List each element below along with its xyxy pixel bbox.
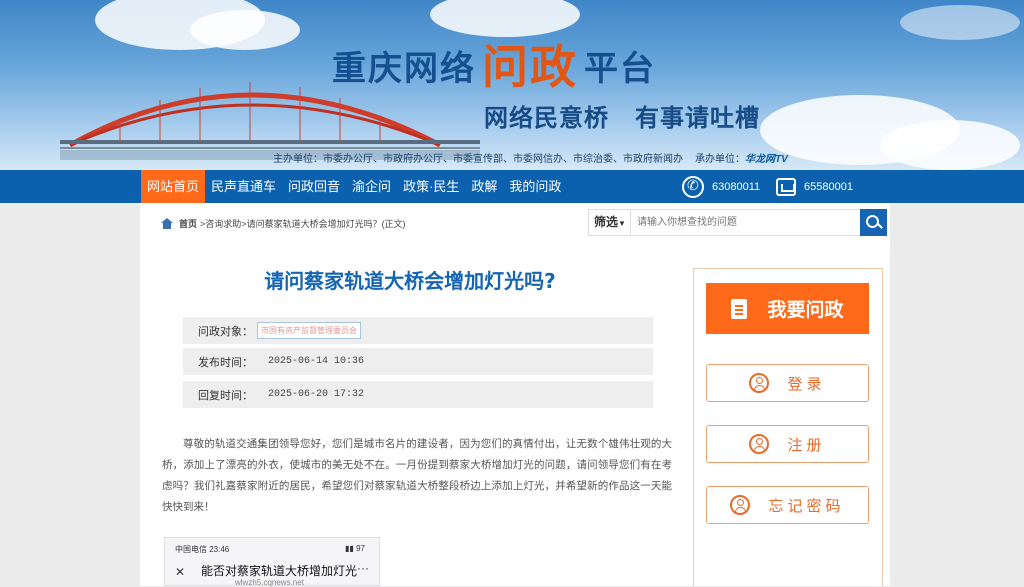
nav-item-voice-express[interactable]: 民声直通车 — [205, 170, 282, 203]
meta-reply-label: 回复时间： — [198, 389, 253, 402]
phone-icon — [682, 175, 704, 198]
organizer-label: 承办单位： — [695, 154, 745, 165]
meta-published-value: 2025-06-14 10:36 — [268, 356, 365, 367]
ask-question-label: 我要问政 — [767, 299, 844, 321]
article-title: 请问蔡家轨道大桥会增加灯光吗? — [264, 269, 556, 293]
screenshot-status-right: ▮▮ 97 — [345, 544, 365, 553]
filter-dropdown[interactable]: 筛选▼ — [589, 210, 631, 235]
meta-published: 发布时间： 2025-06-14 10:36 — [183, 348, 653, 375]
register-label: 注册 — [787, 435, 826, 454]
nav-item-my-questions[interactable]: 我的问政 — [503, 170, 567, 203]
sidebar: 我要问政 登录 注册 忘记密码 — [693, 268, 883, 586]
main-nav: 网站首页 民声直通车 问政回音 渝企问 政策·民生 政解 我的问政 630800… — [0, 170, 1024, 203]
slogan-2: 有事请吐槽 — [635, 104, 760, 132]
main-content: 首页 > 咨询求助 > 请问蔡家轨道大桥会增加灯光吗？(正文) 筛选▼ 请问蔡家… — [140, 203, 890, 587]
login-button[interactable]: 登录 — [706, 364, 869, 402]
hotline: 63080011 — [682, 170, 760, 203]
sponsors-line: 主办单位：市委办公厅、市政府办公厅、市委宣传部、市委网信办、市综治委、市政府新闻… — [273, 150, 788, 165]
ask-question-button[interactable]: 我要问政 — [706, 283, 869, 334]
fax-number: 65580001 — [804, 180, 853, 193]
breadcrumb-home[interactable]: 首页 — [179, 217, 197, 230]
forgot-password-button[interactable]: 忘记密码 — [706, 486, 869, 524]
forgot-password-label: 忘记密码 — [768, 496, 845, 515]
more-icon: ··· — [357, 561, 369, 575]
nav-item-replies[interactable]: 问政回音 — [282, 170, 346, 203]
screenshot-status-left: 中国电信 23:46 — [175, 545, 230, 554]
meta-target-value[interactable]: 市国有资产监督管理委员会 — [257, 322, 361, 339]
meta-published-label: 发布时间： — [198, 356, 253, 369]
nav-item-policy[interactable]: 政策·民生 — [397, 170, 465, 203]
meta-reply: 回复时间： 2025-06-20 17:32 — [183, 381, 653, 408]
fax-icon — [776, 177, 796, 196]
slogan-1: 网络民意桥 — [484, 104, 609, 132]
nav-item-home[interactable]: 网站首页 — [141, 170, 206, 203]
breadcrumb-current: 请问蔡家轨道大桥会增加灯光吗？(正文) — [246, 219, 406, 229]
sponsors-label: 主办单位：市委办公厅、市政府办公厅、市委宣传部、市委网信办、市综治委、市政府新闻… — [273, 154, 683, 165]
nav-item-interpretation[interactable]: 政解 — [465, 170, 503, 203]
slogan: 网络民意桥 有事请吐槽 — [484, 98, 760, 133]
search-input[interactable] — [631, 210, 860, 235]
organizer-logo: 华龙网TV — [745, 154, 788, 165]
site-title-part1: 重庆网络 — [332, 49, 476, 89]
document-icon — [731, 298, 748, 319]
site-title: 重庆网络 问政 平台 — [332, 28, 656, 94]
cloud — [880, 120, 1020, 170]
meta-target-label: 问政对象： — [198, 325, 253, 338]
site-title-part2: 平台 — [584, 49, 656, 89]
search-button[interactable] — [860, 209, 887, 236]
caret-down-icon: ▼ — [618, 219, 626, 228]
breadcrumb: 首页 > 咨询求助 > 请问蔡家轨道大桥会增加灯光吗？(正文) — [160, 217, 406, 230]
meta-target: 问政对象： 市国有资产监督管理委员会 — [183, 317, 653, 344]
attached-screenshot[interactable]: 中国电信 23:46 ▮▮ 97 ✕ 能否对蔡家轨道大桥增加灯光 wlwzh5.… — [164, 537, 380, 587]
meta-reply-value: 2025-06-20 17:32 — [268, 389, 365, 400]
nav-item-enterprise[interactable]: 渝企问 — [346, 170, 397, 203]
register-button[interactable]: 注册 — [706, 425, 869, 463]
filter-label: 筛选 — [594, 215, 619, 229]
user-icon — [730, 495, 751, 515]
fax-line: 65580001 — [776, 170, 853, 203]
close-icon: ✕ — [175, 565, 186, 579]
cloud — [190, 10, 300, 50]
phone-number: 63080011 — [712, 180, 761, 193]
home-icon — [160, 218, 173, 229]
search-bar: 筛选▼ — [588, 209, 887, 236]
site-title-highlight: 问政 — [482, 40, 578, 94]
header-banner: 重庆网络 问政 平台 网络民意桥 有事请吐槽 主办单位：市委办公厅、市政府办公厅、市委… — [0, 0, 1024, 170]
cloud — [900, 5, 1020, 40]
breadcrumb-section[interactable]: 咨询求助 — [205, 217, 241, 230]
login-label: 登录 — [787, 374, 826, 393]
article-body: 尊敬的轨道交通集团领导您好，您们是城市名片的建设者，因为您们的真情付出，让无数个… — [162, 438, 672, 513]
screenshot-title: 能否对蔡家轨道大桥增加灯光 — [201, 564, 358, 578]
user-icon — [749, 434, 770, 454]
user-icon — [749, 373, 770, 393]
